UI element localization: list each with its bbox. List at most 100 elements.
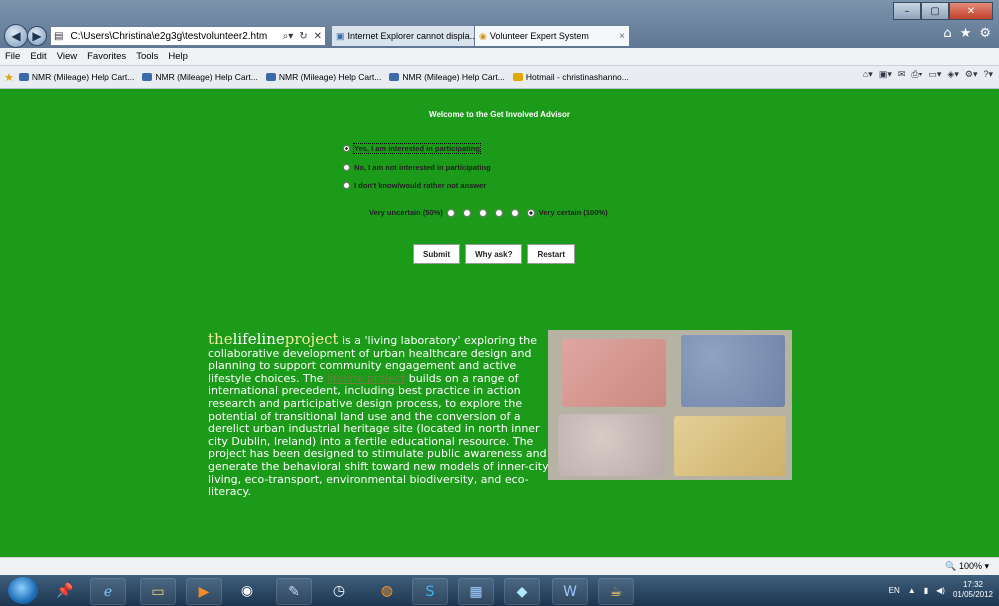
page-icon: ▤ [54, 30, 64, 42]
window-controls: – ▢ ✕ [893, 2, 993, 20]
clock[interactable]: 17:32 01/05/2012 [953, 580, 993, 600]
taskbar: 📌 ℯ ▭ ▶ ◉ ✎ ◷ ◍ S ▦ ◆ W ☕ EN ▲ ▮ ◀) 17:3… [0, 575, 999, 606]
menu-favorites[interactable]: Favorites [82, 51, 131, 62]
radio-button[interactable] [343, 145, 350, 152]
car-icon [142, 73, 153, 81]
help-icon[interactable]: ?▾ [983, 69, 993, 80]
page-content: Welcome to the Get Involved Advisor Yes,… [0, 89, 999, 557]
maximize-button[interactable]: ▢ [921, 2, 949, 20]
tools-icon[interactable]: ⚙▾ [965, 69, 978, 80]
submit-button[interactable]: Submit [413, 244, 461, 264]
soap-bar [681, 335, 785, 407]
favorite-link[interactable]: NMR (Mileage) Help Cart... [18, 72, 134, 82]
description-text: builds on a range of international prece… [208, 371, 549, 499]
favorite-link[interactable]: NMR (Mileage) Help Cart... [265, 72, 381, 82]
menu-help[interactable]: Help [163, 51, 193, 62]
java-icon[interactable]: ☕ [598, 578, 634, 605]
close-button[interactable]: ✕ [949, 2, 993, 20]
safety-icon[interactable]: ◈▾ [947, 69, 958, 80]
close-tab-icon[interactable]: × [619, 31, 625, 42]
home-icon[interactable]: ⌂ [943, 26, 951, 41]
search-icon[interactable]: ⌕▾ [280, 31, 297, 42]
tab-label: Volunteer Expert System [489, 31, 589, 41]
internet-explorer-icon[interactable]: ℯ [90, 578, 126, 605]
soap-bar [562, 339, 666, 407]
home-icon[interactable]: ⌂▾ [863, 69, 873, 80]
certainty-high-label: Very certain (100%) [538, 208, 608, 217]
language-indicator[interactable]: EN [889, 586, 900, 595]
favorite-link[interactable]: Hotmail - christinashanno... [512, 72, 629, 82]
favorite-link[interactable]: NMR (Mileage) Help Cart... [389, 72, 505, 82]
command-bar: ⌂▾ ▣▾ ✉ ⎙▾ ▭▾ ◈▾ ⚙▾ ?▾ [863, 69, 993, 80]
window-icon[interactable]: ▦ [458, 578, 494, 605]
menu-file[interactable]: File [0, 51, 25, 62]
lifeline-description: thelifelineproject is a 'living laborato… [208, 330, 553, 499]
menu-bar: File Edit View Favorites Tools Help [0, 48, 999, 66]
stop-icon[interactable]: ✕ [311, 31, 325, 42]
radio-button[interactable] [343, 182, 350, 189]
ie-tab-icon: ◉ [479, 30, 487, 41]
certainty-radio[interactable] [510, 208, 519, 217]
zoom-control[interactable]: 🔍 100% ▾ [945, 561, 989, 572]
media-player-icon[interactable]: ▶ [186, 578, 222, 605]
start-button[interactable] [8, 577, 38, 604]
feeds-icon[interactable]: ▣▾ [879, 69, 892, 80]
address-bar[interactable]: ▤ C:\Users\Christina\e2g3g\testvolunteer… [50, 26, 326, 46]
app-icon[interactable]: ◆ [504, 578, 540, 605]
firefox-icon[interactable]: ◍ [370, 578, 404, 603]
mail-icon[interactable]: ✉ [898, 69, 906, 80]
why-ask-button[interactable]: Why ask? [465, 244, 523, 264]
option-no[interactable]: No, I am not interested in participating [343, 163, 491, 172]
status-bar: 🔍 100% ▾ [0, 557, 999, 576]
refresh-icon[interactable]: ↻ [296, 31, 310, 42]
gear-icon[interactable]: ⚙ [979, 26, 991, 41]
car-icon [18, 73, 29, 81]
clock-app-icon[interactable]: ◷ [322, 578, 356, 603]
favorites-bar: ★ NMR (Mileage) Help Cart... NMR (Mileag… [0, 66, 999, 89]
hotmail-icon [512, 73, 523, 81]
favorite-link[interactable]: NMR (Mileage) Help Cart... [142, 72, 258, 82]
print-icon[interactable]: ⎙▾ [911, 69, 922, 80]
word-icon[interactable]: W [552, 578, 588, 605]
tray-arrow-icon[interactable]: ▲ [908, 586, 916, 595]
option-label: No, I am not interested in participating [354, 163, 491, 172]
page-title: Welcome to the Get Involved Advisor [429, 110, 570, 119]
network-icon[interactable]: ▮ [924, 586, 928, 595]
volume-icon[interactable]: ◀) [936, 586, 945, 595]
restart-button[interactable]: Restart [527, 244, 576, 264]
option-dont-know[interactable]: I don't know/would rather not answer [343, 181, 486, 190]
radio-button[interactable] [343, 164, 350, 171]
lifeline-link[interactable]: lifeline project [327, 372, 405, 385]
back-button[interactable]: ◀ [4, 24, 28, 48]
tab-label: Internet Explorer cannot displa... [347, 31, 478, 41]
certainty-radio[interactable] [462, 208, 471, 217]
soap-bar [558, 414, 664, 476]
folder-icon[interactable]: ▭ [140, 578, 176, 605]
skype-icon[interactable]: S [412, 578, 448, 605]
forward-button[interactable]: ▶ [27, 26, 47, 46]
certainty-radio[interactable] [494, 208, 503, 217]
tab-ie-error[interactable]: ▣ Internet Explorer cannot displa... [331, 25, 481, 46]
page-menu-icon[interactable]: ▭▾ [928, 69, 941, 80]
pin-icon[interactable]: 📌 [48, 578, 82, 603]
favorites-star-icon[interactable]: ★ [960, 26, 972, 41]
menu-tools[interactable]: Tools [131, 51, 163, 62]
option-yes[interactable]: Yes, I am interested in participating [343, 143, 481, 154]
lifeline-logo: thelifelineproject [208, 330, 339, 348]
favorites-star-icon[interactable]: ★ [4, 71, 14, 84]
user-icon[interactable]: ◉ [230, 578, 264, 603]
minimize-button[interactable]: – [893, 2, 921, 20]
menu-edit[interactable]: Edit [25, 51, 51, 62]
certainty-scale: Very uncertain (50%) Very certain (100%) [369, 208, 608, 217]
option-label: I don't know/would rather not answer [354, 181, 487, 190]
zoom-icon: 🔍 [945, 561, 957, 571]
certainty-radio[interactable] [446, 208, 455, 217]
certainty-radio[interactable] [526, 208, 535, 217]
system-tray: EN ▲ ▮ ◀) 17:32 01/05/2012 [889, 580, 993, 600]
certainty-radio[interactable] [478, 208, 487, 217]
car-icon [265, 73, 276, 81]
tab-volunteer[interactable]: ◉ Volunteer Expert System × [474, 25, 630, 46]
menu-view[interactable]: View [52, 51, 82, 62]
option-label: Yes, I am interested in participating [353, 143, 481, 154]
paint-icon[interactable]: ✎ [276, 578, 312, 605]
